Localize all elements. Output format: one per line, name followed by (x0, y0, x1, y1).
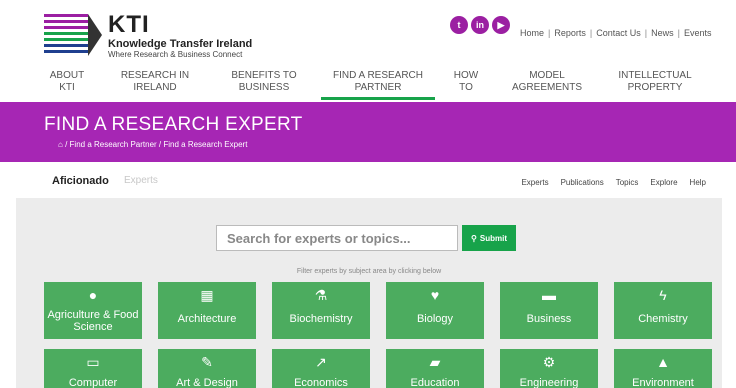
flask-icon: ⚗ (314, 287, 328, 303)
nav-label-line1: Find a Research (332, 70, 424, 81)
subject-tile-art-design[interactable]: ✎ Art & Design (158, 349, 256, 388)
nav-label-line2: To (459, 82, 473, 93)
nav-intellectual-property[interactable]: Intellectual Property (610, 70, 700, 100)
subject-label: Economics (294, 377, 348, 388)
breadcrumb-find-expert: Find a Research Expert (163, 140, 248, 149)
subject-label: Art & Design (176, 377, 238, 388)
aficionado-bar: Aficionado Experts Experts Publications … (0, 168, 736, 198)
search-icon: ⚲ (471, 233, 477, 243)
subject-tile-engineering[interactable]: ⚙ Engineering (500, 349, 598, 388)
aficionado-nav: Experts Publications Topics Explore Help (521, 178, 706, 187)
top-link-events[interactable]: Events (684, 28, 712, 38)
subject-label: Engineering (519, 377, 579, 388)
main-nav: About KTI Research in Ireland Benefits t… (0, 70, 736, 100)
subject-tile-computer[interactable]: ▭ Computer (44, 349, 142, 388)
nav-about-kti[interactable]: About KTI (42, 70, 92, 100)
nav-explore[interactable]: Explore (650, 178, 677, 187)
nav-label-line1: Benefits to (231, 70, 297, 81)
top-link-reports[interactable]: Reports (554, 28, 586, 38)
separator: | (548, 28, 551, 38)
nav-label-line2: Agreements (511, 82, 582, 93)
nav-help[interactable]: Help (690, 178, 706, 187)
subject-tile-biology[interactable]: ♥ Biology (386, 282, 484, 339)
search-panel: ⚲ Submit Filter experts by subject area … (16, 198, 722, 388)
separator: | (589, 28, 593, 38)
subject-tile-agriculture[interactable]: ● Agriculture & Food Science (44, 282, 142, 339)
nav-label-line2: KTI (59, 82, 75, 93)
nav-research-in-ireland[interactable]: Research in Ireland (112, 70, 198, 100)
aficionado-subtitle: Experts (124, 175, 158, 186)
breadcrumb-find-partner[interactable]: Find a Research Partner (70, 140, 157, 149)
nav-label-line1: Model (529, 70, 565, 81)
cogs-icon: ⚙ (542, 354, 556, 370)
home-icon[interactable]: ⌂ (58, 140, 63, 149)
nav-experts[interactable]: Experts (521, 178, 548, 187)
top-link-contact[interactable]: Contact Us (596, 28, 641, 38)
nav-topics[interactable]: Topics (616, 178, 639, 187)
page-banner: FIND A RESEARCH EXPERT ⌂ / Find a Resear… (0, 102, 736, 162)
subject-tile-chemistry[interactable]: ϟ Chemistry (614, 282, 712, 339)
page-title: FIND A RESEARCH EXPERT (44, 114, 303, 135)
nav-find-a-research-partner[interactable]: Find a Research Partner (321, 70, 435, 100)
subject-label: Agriculture & Food Science (47, 309, 139, 333)
submit-button[interactable]: ⚲ Submit (462, 225, 516, 251)
search-input[interactable] (216, 225, 458, 251)
nav-model-agreements[interactable]: Model Agreements (506, 70, 588, 100)
nav-label-line1: How (453, 70, 479, 81)
logo-title: KTI (108, 11, 150, 38)
nav-label-line2: Partner (354, 82, 402, 93)
globe-icon: ● (88, 287, 98, 303)
top-link-news[interactable]: News (651, 28, 674, 38)
bolt-icon: ϟ (659, 287, 667, 303)
subject-label: Biology (416, 313, 454, 325)
submit-label: Submit (479, 233, 507, 243)
book-icon: ▰ (429, 354, 441, 370)
subject-tile-economics[interactable]: ↗ Economics (272, 349, 370, 388)
subject-label: Education (410, 377, 460, 388)
subject-label: Chemistry (638, 313, 688, 325)
nav-label-line1: Intellectual (618, 70, 692, 81)
subject-label: Computer (68, 377, 118, 388)
nav-how-to[interactable]: How To (448, 70, 484, 100)
subject-label: Business (526, 313, 572, 325)
breadcrumb: ⌂ / Find a Research Partner / Find a Res… (58, 140, 247, 149)
social-links: t in ▶ (450, 16, 510, 34)
building-icon: ▦ (200, 287, 214, 303)
heartbeat-icon: ♥ (430, 287, 440, 303)
kti-logo[interactable]: KTI Knowledge Transfer Ireland Where Res… (44, 11, 264, 59)
laptop-icon: ▭ (86, 354, 100, 370)
linkedin-icon[interactable]: in (471, 16, 489, 34)
subject-tile-architecture[interactable]: ▦ Architecture (158, 282, 256, 339)
logo-tagline: Where Research & Business Connect (108, 50, 243, 59)
nav-label-line2: Business (238, 82, 290, 93)
top-links: Home | Reports | Contact Us | News | Eve… (520, 28, 711, 38)
paintbrush-icon: ✎ (201, 354, 213, 370)
site-header: KTI Knowledge Transfer Ireland Where Res… (0, 0, 736, 100)
separator: | (677, 28, 680, 38)
subject-label: Environment (632, 377, 694, 388)
tree-icon: ▲ (656, 354, 670, 370)
aficionado-logo[interactable]: Aficionado (52, 175, 109, 187)
filter-hint: Filter experts by subject area by clicki… (296, 268, 442, 275)
logo-name: Knowledge Transfer Ireland (108, 38, 253, 50)
nav-label-line1: Research in (120, 70, 190, 81)
nav-label-line1: About (49, 70, 85, 81)
nav-publications[interactable]: Publications (561, 178, 604, 187)
subject-tile-education[interactable]: ▰ Education (386, 349, 484, 388)
top-link-home[interactable]: Home (520, 28, 544, 38)
logo-stripes-icon (44, 14, 102, 56)
subject-tile-biochemistry[interactable]: ⚗ Biochemistry (272, 282, 370, 339)
youtube-icon[interactable]: ▶ (492, 16, 510, 34)
briefcase-icon: ▬ (542, 287, 556, 303)
subject-tile-environment[interactable]: ▲ Environment (614, 349, 712, 388)
twitter-icon[interactable]: t (450, 16, 468, 34)
separator: | (644, 28, 648, 38)
subject-label: Architecture (177, 313, 237, 325)
nav-label-line2: Property (627, 82, 683, 93)
line-chart-icon: ↗ (315, 354, 327, 370)
nav-benefits-to-business[interactable]: Benefits to Business (222, 70, 306, 100)
subject-label: Biochemistry (289, 313, 353, 325)
subject-tile-business[interactable]: ▬ Business (500, 282, 598, 339)
nav-label-line2: Ireland (133, 82, 177, 93)
